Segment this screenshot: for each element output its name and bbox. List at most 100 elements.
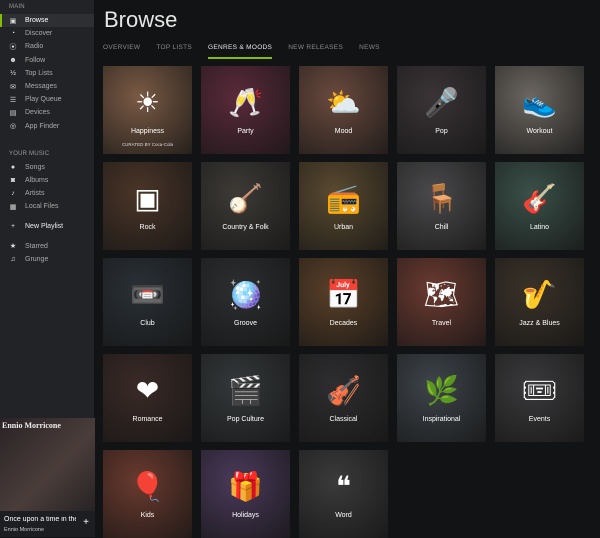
genre-tile-kids[interactable]: 🎈 Kids xyxy=(103,450,192,538)
sidebar-item-artists[interactable]: ♪ Artists xyxy=(0,187,94,200)
tab-top-lists[interactable]: TOP LISTS xyxy=(156,44,192,59)
latino-icon: 🎸 xyxy=(522,183,557,214)
tile-label: Romance xyxy=(132,416,163,423)
rock-icon: ▣ xyxy=(134,183,161,214)
genre-tile-decades[interactable]: 📅 Decades xyxy=(299,258,388,346)
genre-tile-chill[interactable]: 🪑 Chill xyxy=(397,162,486,250)
track-title[interactable]: Once upon a time in the West xyxy=(4,516,76,523)
tile-label: Jazz & Blues xyxy=(519,320,560,327)
sidebar-item-songs[interactable]: ● Songs xyxy=(0,161,94,174)
genre-tile-urban[interactable]: 📻 Urban xyxy=(299,162,388,250)
sidebar-item-label: Browse xyxy=(25,17,49,25)
tab-news[interactable]: NEWS xyxy=(359,44,380,59)
genre-tile-party[interactable]: 🥂 Party xyxy=(201,66,290,154)
genre-tile-club[interactable]: 📼 Club xyxy=(103,258,192,346)
tile-label: Pop Culture xyxy=(227,416,264,423)
album-art-text: Ennio Morricone xyxy=(2,421,61,430)
tile-label: Workout xyxy=(526,128,553,135)
sidebar-item-messages[interactable]: ✉ Messages xyxy=(0,80,94,93)
now-playing[interactable]: Ennio Morricone Once upon a time in th e … xyxy=(0,418,95,537)
sidebar-item-play-queue[interactable]: ☰ Play Queue xyxy=(0,93,94,106)
sidebar-item-discover[interactable]: ◔ Discover xyxy=(0,27,94,40)
happiness-icon: ☀ xyxy=(134,87,161,118)
add-icon[interactable]: + xyxy=(83,517,89,528)
genre-tile-word[interactable]: ❝ Word xyxy=(299,450,388,538)
tile-label: Chill xyxy=(434,224,449,231)
genre-tile-groove[interactable]: 🪩 Groove xyxy=(201,258,290,346)
genre-tile-mood[interactable]: ⛅ Mood xyxy=(299,66,388,154)
jazz-blues-icon: 🎷 xyxy=(522,279,557,310)
tab-genres-moods[interactable]: GENRES & MOODS xyxy=(208,44,273,59)
sidebar-item-top-lists[interactable]: ½ Top Lists xyxy=(0,67,94,80)
country-folk-icon: 🪕 xyxy=(228,183,263,214)
holidays-icon: 🎁 xyxy=(228,471,263,502)
tile-label: Pop xyxy=(435,128,448,135)
sidebar-item-label: App Finder xyxy=(25,122,60,130)
sidebar-item-starred[interactable]: ★ Starred xyxy=(0,239,94,252)
genre-tile-happiness[interactable]: ☀ Happiness CURATED BY Coca-Cola xyxy=(103,66,192,154)
genre-tile-latino[interactable]: 🎸 Latino xyxy=(495,162,584,250)
tile-label: Kids xyxy=(140,512,155,519)
genre-tile-jazz-blues[interactable]: 🎷 Jazz & Blues xyxy=(495,258,584,346)
tile-label: Urban xyxy=(333,224,354,231)
sidebar-item-follow[interactable]: ☻ Follow xyxy=(0,54,94,67)
sidebar-item-label: Messages xyxy=(25,83,57,91)
follow-icon: ☻ xyxy=(9,56,17,64)
browse-view: Browse OVERVIEW TOP LISTS GENRES & MOODS NE… xyxy=(96,0,600,538)
genre-tile-romance[interactable]: ❤ Romance xyxy=(103,354,192,442)
playlist-icon: ♫ xyxy=(10,255,16,263)
genre-tile-events[interactable]: 🎟 Events xyxy=(495,354,584,442)
tile-label: Club xyxy=(140,320,155,327)
artists-icon: ♪ xyxy=(11,190,15,198)
tile-label: Events xyxy=(528,416,551,423)
romance-icon: ❤ xyxy=(135,375,160,406)
tab-new-releases[interactable]: NEW RELEASES xyxy=(288,44,343,59)
events-icon: 🎟 xyxy=(521,375,558,406)
tile-label: Inspirational xyxy=(422,416,461,423)
sidebar-item-local-files[interactable]: ▦ Local Files xyxy=(0,200,94,213)
sidebar-item-label: Starred xyxy=(25,242,48,250)
sidebar-item-grunge[interactable]: ♫ Grunge xyxy=(0,253,94,266)
genre-tile-classical[interactable]: 🎻 Classical xyxy=(299,354,388,442)
genre-tile-holidays[interactable]: 🎁 Holidays xyxy=(201,450,290,538)
genre-tile-travel[interactable]: 🗺 Travel xyxy=(397,258,486,346)
genre-tile-inspirational[interactable]: 🌿 Inspirational xyxy=(397,354,486,442)
genre-tile-rock[interactable]: ▣ Rock xyxy=(103,162,192,250)
inspirational-icon: 🌿 xyxy=(424,375,459,406)
star-icon: ★ xyxy=(9,243,17,251)
sidebar-item-devices[interactable]: ▤ Devices xyxy=(0,106,94,119)
sidebar-item-radio[interactable]: ⦿ Radio xyxy=(0,40,94,53)
kids-icon: 🎈 xyxy=(130,471,165,502)
mood-icon: ⛅ xyxy=(326,87,361,118)
club-icon: 📼 xyxy=(130,279,165,310)
sidebar-item-browse[interactable]: ▣ Browse xyxy=(0,14,94,28)
tile-label: Latino xyxy=(529,224,550,231)
sidebar-item-label: Play Queue xyxy=(25,96,62,104)
sidebar-item-label: Local Files xyxy=(25,203,59,211)
tile-label: Groove xyxy=(234,320,257,327)
sidebar-item-label: Discover xyxy=(25,30,53,38)
tile-label: Mood xyxy=(334,128,353,135)
new-playlist-label: New Playlist xyxy=(25,222,64,230)
sidebar-item-albums[interactable]: ◙ Albums xyxy=(0,174,94,187)
page-title: Browse xyxy=(104,7,178,32)
genre-tile-pop-culture[interactable]: 🎬 Pop Culture xyxy=(201,354,290,442)
sidebar-item-label: Artists xyxy=(25,190,45,198)
tab-overview[interactable]: OVERVIEW xyxy=(103,44,140,59)
urban-icon: 📻 xyxy=(326,183,361,214)
tile-label: Rock xyxy=(139,224,156,231)
track-artist[interactable]: Ennio Morricone xyxy=(4,527,44,533)
new-playlist-button[interactable]: + New Playlist xyxy=(0,219,94,233)
devices-icon: ▤ xyxy=(9,109,17,117)
sidebar-item-label: Songs xyxy=(25,163,45,171)
sidebar-item-label: Follow xyxy=(25,56,46,64)
word-icon: ❝ xyxy=(335,471,352,502)
albums-icon: ◙ xyxy=(10,176,16,184)
top-lists-icon: ½ xyxy=(10,69,16,77)
genre-tile-country-folk[interactable]: 🪕 Country & Folk xyxy=(201,162,290,250)
pop-culture-icon: 🎬 xyxy=(228,375,263,406)
genre-tile-pop[interactable]: 🎤 Pop xyxy=(397,66,486,154)
genre-tile-workout[interactable]: 👟 Workout xyxy=(495,66,584,154)
plus-icon: + xyxy=(10,222,16,230)
sidebar-item-app-finder[interactable]: ◎ App Finder xyxy=(0,120,94,133)
